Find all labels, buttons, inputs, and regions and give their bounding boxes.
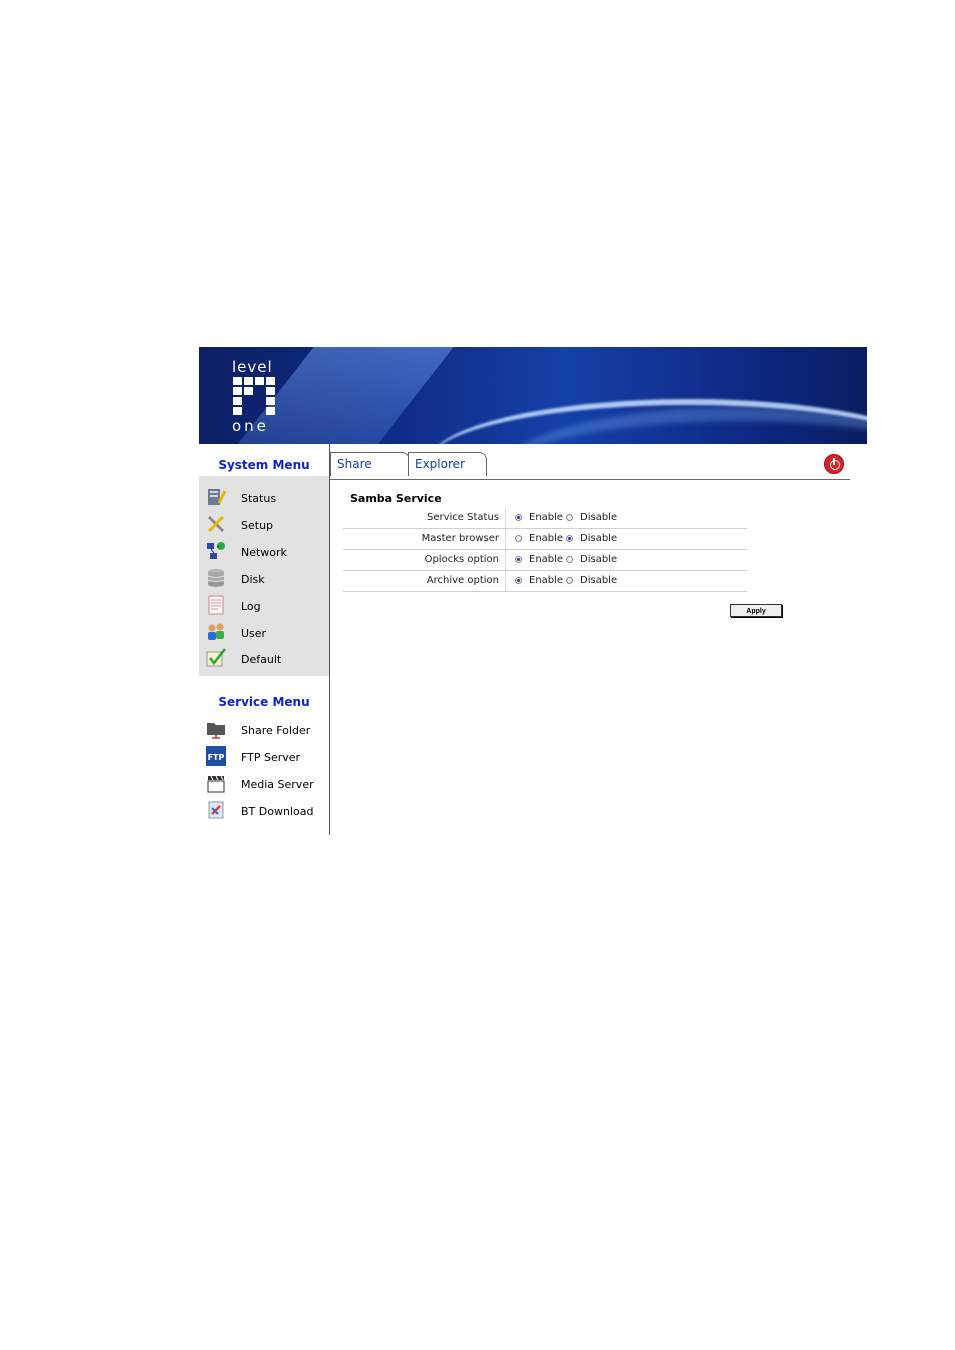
sidebar-item-user[interactable]: User — [199, 620, 329, 646]
sidebar-item-label: Setup — [241, 519, 274, 532]
logo-top-text: level — [232, 358, 273, 376]
tab-explorer[interactable]: Explorer — [408, 452, 487, 476]
sidebar-item-default[interactable]: Default — [199, 646, 329, 672]
log-icon — [208, 595, 224, 615]
status-icon — [208, 489, 226, 505]
section-title: Samba Service — [350, 492, 442, 505]
sidebar-item-label: Share Folder — [241, 724, 311, 737]
folder-icon — [207, 723, 225, 739]
disable-label: Disable — [580, 533, 618, 544]
default-icon — [206, 648, 226, 667]
tab-share[interactable]: Share — [330, 452, 410, 476]
enable-radio[interactable] — [515, 535, 522, 542]
power-icon[interactable] — [824, 454, 844, 474]
setting-row-service-status: Service Status Enable Disable — [343, 508, 747, 529]
setting-row-oplocks-option: Oplocks option Enable Disable — [343, 550, 747, 571]
sidebar-item-label: User — [241, 627, 267, 640]
ftp-icon: FTP — [206, 746, 226, 766]
enable-label: Enable — [529, 533, 564, 544]
setup-icon — [207, 515, 225, 533]
enable-radio[interactable] — [515, 514, 522, 521]
logo-bottom-text: one — [232, 417, 269, 435]
tab-bar: Share Explorer — [330, 444, 850, 480]
sidebar-item-setup[interactable]: Setup — [199, 512, 329, 538]
levelone-logo: level one — [230, 360, 280, 435]
enable-label: Enable — [529, 512, 564, 523]
setting-label: Archive option — [426, 575, 499, 586]
enable-label: Enable — [529, 554, 564, 565]
disable-label: Disable — [580, 512, 618, 523]
setting-label: Oplocks option — [424, 554, 499, 565]
sidebar-item-ftp-server[interactable]: FTP FTP Server — [199, 744, 329, 770]
sidebar-item-label: Network — [241, 546, 287, 559]
svg-text:FTP: FTP — [208, 753, 225, 762]
sidebar-item-share-folder[interactable]: Share Folder — [199, 717, 329, 743]
sidebar-item-label: Default — [241, 653, 282, 666]
setting-label: Master browser — [421, 533, 499, 544]
enable-radio[interactable] — [515, 556, 522, 563]
sidebar-item-label: Disk — [241, 573, 265, 586]
disable-radio[interactable] — [566, 535, 573, 542]
enable-label: Enable — [529, 575, 564, 586]
enable-radio[interactable] — [515, 577, 522, 584]
sidebar: System Menu Status Setup Network Disk Lo… — [199, 444, 330, 835]
disable-radio[interactable] — [566, 514, 573, 521]
sidebar-item-label: BT Download — [241, 805, 314, 818]
sidebar-item-label: Status — [241, 492, 277, 505]
sidebar-item-label: Media Server — [241, 778, 314, 791]
service-menu: Share Folder FTP FTP Server Media Server… — [199, 717, 329, 835]
disable-label: Disable — [580, 554, 618, 565]
samba-service-panel: Samba Service Service Status Enable Disa… — [330, 480, 866, 835]
disable-radio[interactable] — [566, 577, 573, 584]
network-icon — [207, 542, 225, 559]
sidebar-item-label: FTP Server — [241, 751, 301, 764]
sidebar-item-status[interactable]: Status — [199, 485, 329, 511]
setting-label: Service Status — [426, 512, 499, 523]
header-banner: level one — [199, 347, 867, 444]
disable-radio[interactable] — [566, 556, 573, 563]
disable-label: Disable — [580, 575, 618, 586]
sidebar-item-media-server[interactable]: Media Server — [199, 771, 329, 797]
apply-button[interactable]: Apply — [730, 604, 782, 617]
clapperboard-icon — [207, 775, 225, 793]
sidebar-item-disk[interactable]: Disk — [199, 566, 329, 592]
sidebar-item-bt-download[interactable]: BT Download — [199, 798, 329, 824]
sidebar-item-network[interactable]: Network — [199, 539, 329, 565]
setting-row-archive-option: Archive option Enable Disable — [343, 571, 747, 592]
nas-admin-window: level one System Menu Status Setup Netwo… — [199, 347, 867, 835]
system-menu: Status Setup Network Disk Log User Defau… — [199, 476, 329, 676]
disk-icon — [207, 569, 225, 587]
sidebar-item-log[interactable]: Log — [199, 593, 329, 619]
setting-row-master-browser: Master browser Enable Disable — [343, 529, 747, 550]
user-icon — [208, 623, 224, 640]
service-menu-title: Service Menu — [199, 686, 329, 718]
bt-download-icon — [208, 801, 224, 819]
sidebar-item-label: Log — [241, 600, 261, 613]
settings-table: Service Status Enable Disable Master bro… — [343, 508, 747, 592]
